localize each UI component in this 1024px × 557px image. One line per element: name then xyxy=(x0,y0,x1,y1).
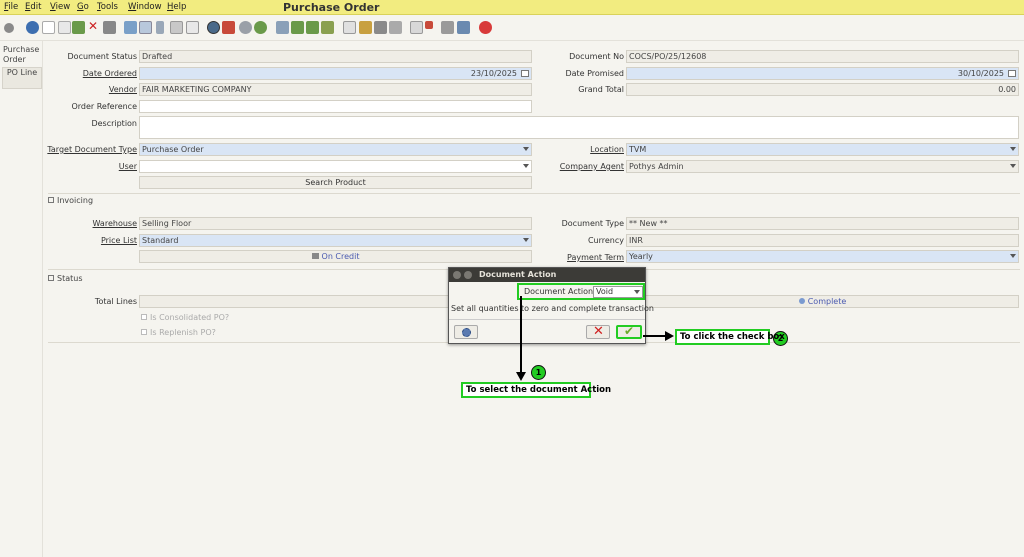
arrow-head-2 xyxy=(665,331,674,341)
arrow-head-1 xyxy=(516,372,526,381)
step-2-callout: To click the check box xyxy=(675,329,785,345)
step-1-callout: To select the document Action xyxy=(461,382,611,398)
step-1-badge: 1 xyxy=(531,365,546,380)
annotation-arrows xyxy=(516,296,674,381)
